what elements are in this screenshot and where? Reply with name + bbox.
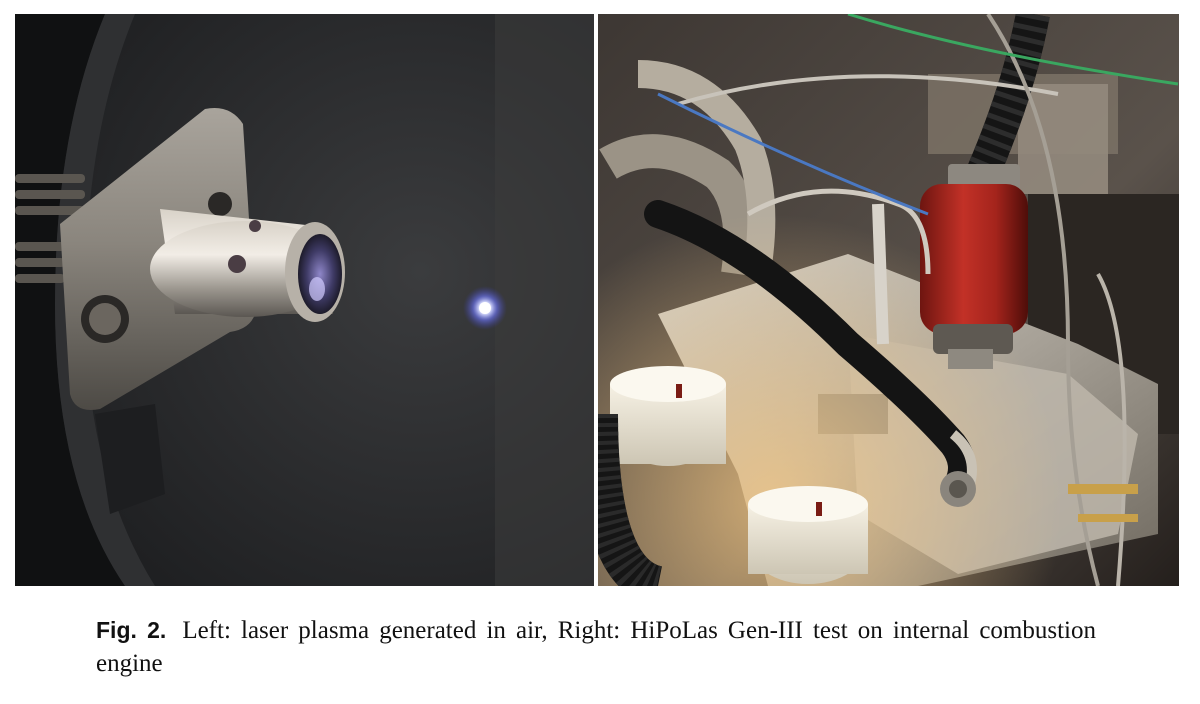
caption-text: Left: laser plasma generated in air, Rig…: [96, 617, 1097, 677]
figure-caption: Fig. 2. Left: laser plasma generated in a…: [96, 614, 1096, 680]
figure-label: Fig. 2.: [96, 617, 167, 643]
figure: [15, 14, 1179, 586]
left-photo-laser-plasma: [15, 14, 594, 586]
right-photo-engine-test: [598, 14, 1179, 586]
